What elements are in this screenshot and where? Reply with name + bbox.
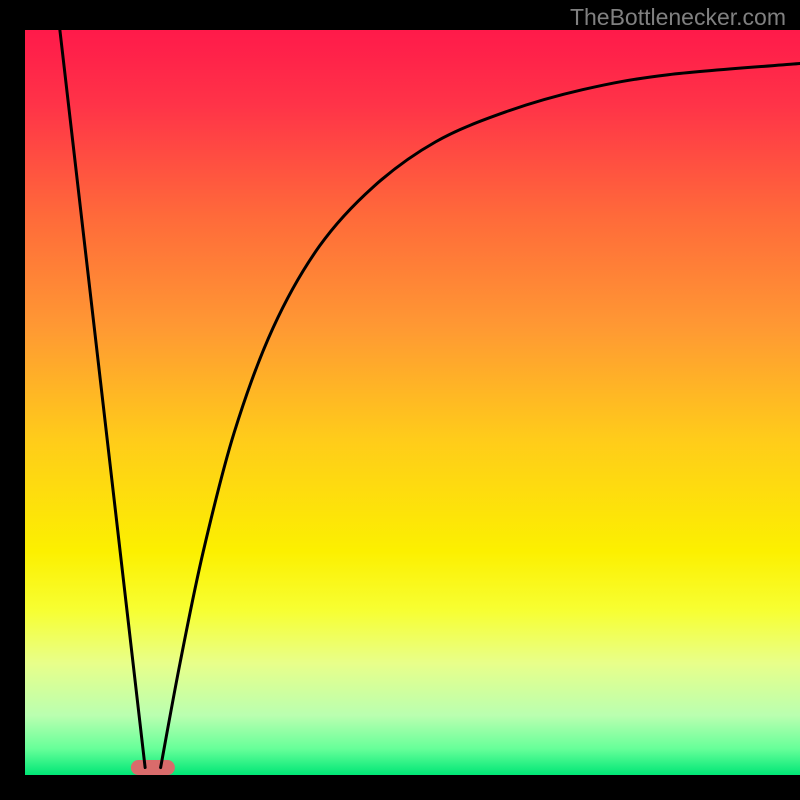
chart-svg [0,0,800,800]
gradient-background [25,30,800,775]
optimal-marker [131,760,175,775]
chart-container: TheBottlenecker.com [0,0,800,800]
